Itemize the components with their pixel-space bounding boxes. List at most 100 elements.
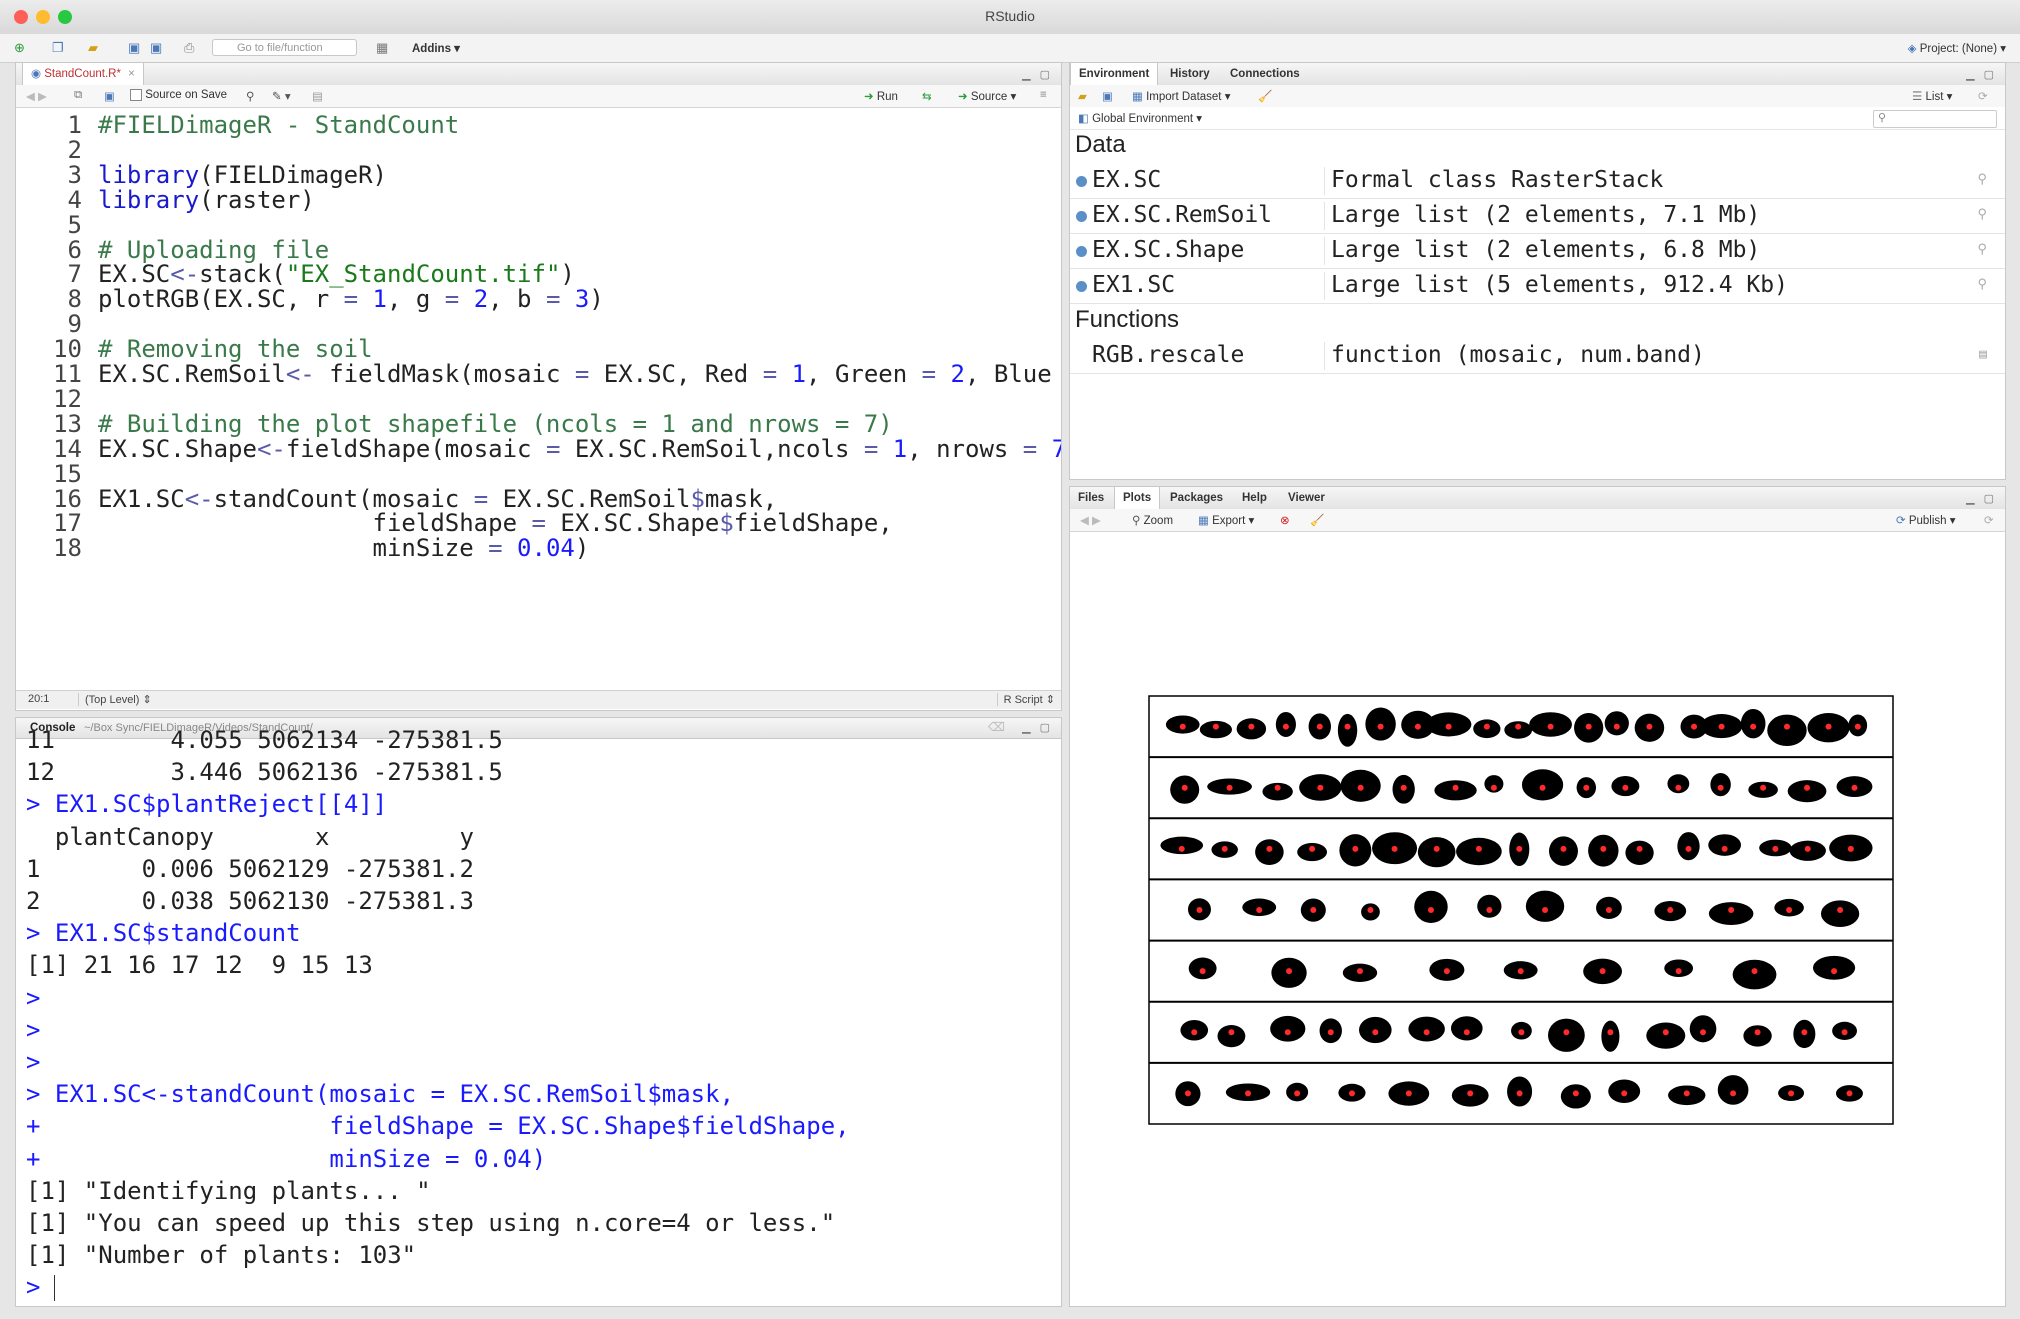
scope-selector[interactable]: (Top Level) ⇕: [78, 693, 152, 706]
plant-canopy: [1217, 1024, 1246, 1048]
find-icon[interactable]: ⚲: [246, 89, 254, 103]
plant-marker: [1604, 711, 1629, 736]
console-line: 12 3.446 5062136 -275381.5: [26, 758, 503, 787]
expand-object-icon[interactable]: [1076, 176, 1087, 187]
show-in-window-icon[interactable]: ⧉: [74, 89, 82, 102]
rerun-icon[interactable]: ⇆: [922, 89, 932, 103]
plant-center: [1685, 845, 1692, 852]
console-output[interactable]: 11 4.055 5062134 -275381.5 12 3.446 50621…: [26, 726, 1056, 1306]
refresh-plot-icon[interactable]: ⟳: [1984, 513, 1994, 527]
source-on-save-checkbox[interactable]: Source on Save: [130, 89, 227, 101]
plant-marker: [1473, 719, 1501, 739]
tab-connections[interactable]: Connections: [1222, 63, 1308, 85]
plant-marker: [1365, 707, 1396, 741]
object-name: EX.SC.RemSoil: [1092, 202, 1273, 228]
tab-help[interactable]: Help: [1234, 487, 1275, 509]
environment-search-input[interactable]: ⚲: [1873, 110, 1997, 128]
editor-window-controls[interactable]: ▁ ▢: [1022, 68, 1053, 81]
object-value: Formal class RasterStack: [1324, 167, 1663, 195]
plant-center: [1356, 968, 1363, 975]
source-button[interactable]: ➜ Source ▾: [958, 89, 1016, 103]
console-window-controls[interactable]: ▁ ▢: [1022, 721, 1053, 734]
run-button[interactable]: ➜ Run: [864, 89, 898, 103]
plant-canopy: [1408, 1016, 1445, 1042]
plant-marker: [1529, 712, 1572, 737]
plant-canopy: [1601, 1020, 1620, 1052]
environment-window-controls[interactable]: ▁ ▢: [1966, 68, 1997, 81]
print-icon[interactable]: ⎙: [184, 40, 194, 56]
back-icon[interactable]: ◀ ▶: [26, 89, 47, 103]
global-environment-menu[interactable]: ◧ Global Environment ▾: [1078, 111, 1202, 125]
new-project-icon[interactable]: ❐: [52, 40, 64, 56]
clear-workspace-icon[interactable]: 🧹: [1258, 89, 1272, 103]
goto-file-input[interactable]: Go to file/function: [212, 39, 357, 56]
function-row[interactable]: RGB.rescale function (mosaic, num.band) ▤: [1070, 339, 2005, 374]
plant-center: [1728, 907, 1735, 913]
tab-plots[interactable]: Plots: [1114, 487, 1161, 509]
plant-canopy: [1820, 900, 1860, 928]
plant-marker: [1450, 1016, 1483, 1041]
expand-object-icon[interactable]: [1076, 281, 1087, 292]
tab-environment[interactable]: Environment: [1070, 63, 1159, 85]
save-icon[interactable]: ▣: [128, 40, 140, 56]
tab-files[interactable]: Files: [1070, 487, 1112, 509]
tab-packages[interactable]: Packages: [1162, 487, 1231, 509]
publish-button[interactable]: ⟳ Publish ▾: [1896, 513, 1956, 527]
plant-marker: [1829, 834, 1873, 862]
plant-center: [1377, 723, 1384, 730]
plant-center: [1542, 907, 1549, 913]
compile-report-icon[interactable]: ▤: [312, 89, 323, 103]
previous-plot-icon[interactable]: ◀ ▶: [1080, 513, 1101, 527]
data-row[interactable]: EX.SC.Shape Large list (2 elements, 6.8 M…: [1070, 234, 2005, 269]
refresh-env-icon[interactable]: ⟳: [1978, 89, 1988, 103]
console-line: + minSize = 0.04): [26, 1144, 547, 1173]
code-tools-icon[interactable]: ✎ ▾: [272, 89, 291, 103]
tab-history[interactable]: History: [1162, 63, 1218, 85]
plant-canopy: [1708, 834, 1742, 856]
view-object-icon[interactable]: ⚲: [1977, 277, 1987, 292]
load-workspace-icon[interactable]: ▰: [1078, 89, 1087, 103]
export-button[interactable]: ▦ Export ▾: [1198, 513, 1254, 527]
code-line[interactable]: 18 minSize = 0.04): [16, 532, 1061, 564]
remove-plot-icon[interactable]: ⊗: [1280, 513, 1290, 527]
list-view-button[interactable]: ☰ List ▾: [1912, 89, 1952, 103]
data-row[interactable]: EX.SC Formal class RasterStack ⚲: [1070, 164, 2005, 199]
open-file-icon[interactable]: ▰: [88, 40, 98, 56]
clear-plots-icon[interactable]: 🧹: [1310, 513, 1324, 527]
document-outline-icon[interactable]: ≡: [1040, 89, 1047, 101]
plant-marker: [1225, 1083, 1271, 1102]
new-file-icon[interactable]: ⊕: [14, 40, 25, 56]
save-file-icon[interactable]: ▣: [104, 89, 115, 103]
view-function-icon[interactable]: ▤: [1979, 347, 1987, 362]
import-dataset-button[interactable]: ▦ Import Dataset ▾: [1132, 89, 1230, 103]
grid-layout-icon[interactable]: ▦: [376, 40, 388, 56]
zoom-button[interactable]: ⚲ Zoom: [1132, 513, 1173, 527]
data-row[interactable]: EX.SC.RemSoil Large list (2 elements, 7.1…: [1070, 199, 2005, 234]
plant-marker: [1425, 712, 1472, 737]
save-all-icon[interactable]: ▣: [150, 40, 162, 56]
tab-standcount-r[interactable]: ◉ StandCount.R* ×: [22, 63, 144, 85]
plant-marker: [1708, 834, 1742, 856]
view-object-icon[interactable]: ⚲: [1977, 207, 1987, 222]
addins-menu[interactable]: Addins ▾: [412, 41, 460, 55]
view-object-icon[interactable]: ⚲: [1977, 242, 1987, 257]
plant-marker: [1337, 713, 1358, 747]
plots-window-controls[interactable]: ▁ ▢: [1966, 492, 1997, 505]
code-area[interactable]: 1 #FIELDimageR - StandCount 2 3 library(FIEL…: [16, 107, 1061, 690]
save-workspace-icon[interactable]: ▣: [1102, 89, 1113, 103]
plant-marker: [1677, 832, 1700, 861]
close-tab-icon[interactable]: ×: [128, 68, 135, 80]
console-line: > EX1.SC$plantReject[[4]]: [26, 790, 388, 819]
expand-object-icon[interactable]: [1076, 246, 1087, 257]
tab-viewer[interactable]: Viewer: [1280, 487, 1333, 509]
expand-object-icon[interactable]: [1076, 211, 1087, 222]
file-type-selector[interactable]: R Script ⇕: [996, 693, 1055, 706]
project-menu[interactable]: ◈ Project: (None) ▾: [1908, 41, 2006, 55]
data-row[interactable]: EX1.SC Large list (5 elements, 912.4 Kb) ⚲: [1070, 269, 2005, 304]
clear-console-icon[interactable]: ⌫: [988, 720, 1005, 734]
plant-marker: [1188, 957, 1217, 980]
view-object-icon[interactable]: ⚲: [1977, 172, 1987, 187]
plant-center: [1517, 968, 1524, 975]
plant-marker: [1504, 721, 1533, 739]
plant-marker: [1548, 836, 1578, 866]
